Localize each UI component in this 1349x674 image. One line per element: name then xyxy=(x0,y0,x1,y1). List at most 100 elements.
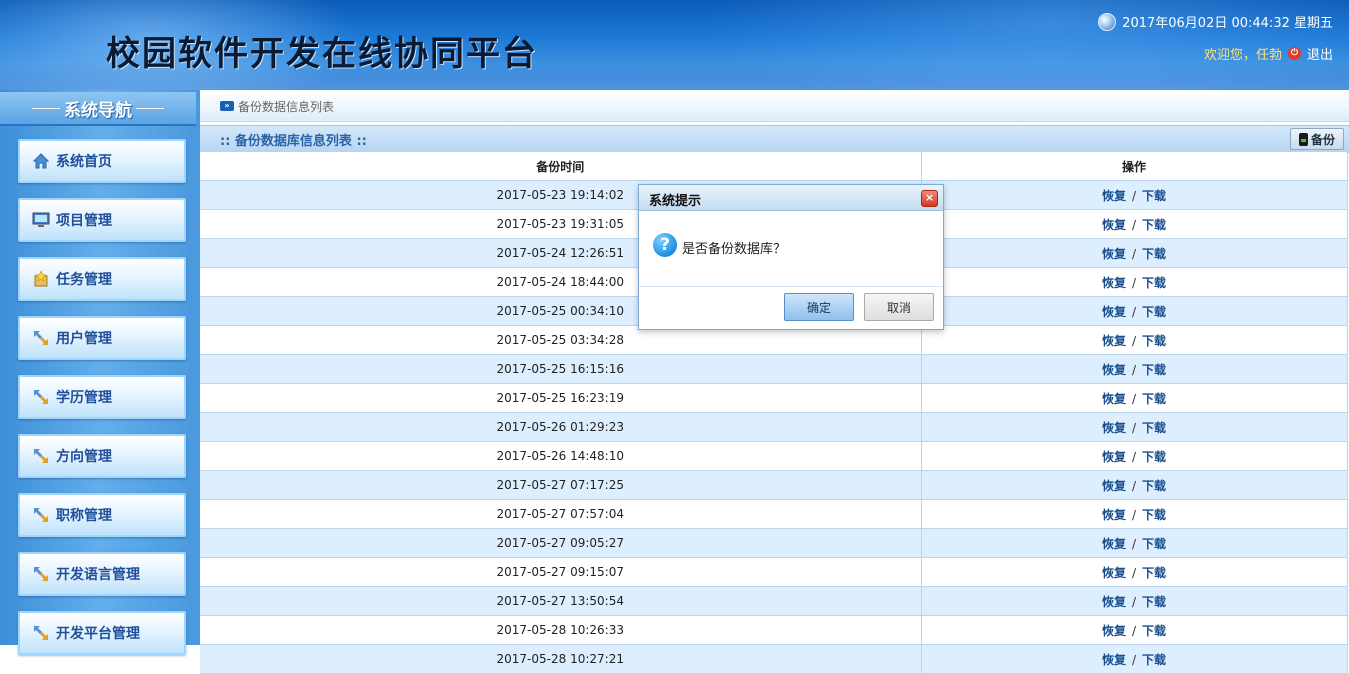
current-datetime: 2017年06月02日 00:44:32 星期五 xyxy=(1122,16,1333,31)
database-icon xyxy=(1298,132,1308,146)
actions-cell: 恢复 / 下载 xyxy=(921,267,1348,297)
restore-link[interactable]: 恢复 xyxy=(1102,247,1126,261)
power-icon[interactable]: ⏻ xyxy=(1287,47,1301,60)
sidebar-item-label: 职称管理 xyxy=(56,508,112,524)
restore-link[interactable]: 恢复 xyxy=(1102,392,1126,406)
actions-cell: 恢复 / 下载 xyxy=(921,557,1348,587)
restore-link[interactable]: 恢复 xyxy=(1102,189,1126,203)
panel-title: :: 备份数据库信息列表 :: xyxy=(220,133,367,149)
sidebar-item-3[interactable]: 任务管理 xyxy=(18,257,186,301)
download-link[interactable]: 下载 xyxy=(1142,450,1166,464)
download-link[interactable]: 下载 xyxy=(1142,276,1166,290)
restore-link[interactable]: 恢复 xyxy=(1102,537,1126,551)
action-separator: / xyxy=(1131,275,1137,290)
close-icon[interactable]: × xyxy=(921,190,938,207)
column-header-backup-time: 备份时间 xyxy=(200,152,922,181)
arrows-icon xyxy=(32,565,50,583)
backup-time-cell: 2017-05-25 16:23:19 xyxy=(200,383,922,413)
action-separator: / xyxy=(1131,362,1137,377)
actions-cell: 恢复 / 下载 xyxy=(921,441,1348,471)
download-link[interactable]: 下载 xyxy=(1142,624,1166,638)
table-row: 2017-05-28 10:27:21 恢复 / 下载 xyxy=(200,644,1348,674)
sidebar-item-5[interactable]: 学历管理 xyxy=(18,375,186,419)
actions-cell: 恢复 / 下载 xyxy=(921,615,1348,645)
restore-link[interactable]: 恢复 xyxy=(1102,624,1126,638)
download-link[interactable]: 下载 xyxy=(1142,363,1166,377)
cancel-button[interactable]: 取消 xyxy=(864,293,934,321)
download-link[interactable]: 下载 xyxy=(1142,566,1166,580)
sidebar-item-2[interactable]: 项目管理 xyxy=(18,198,186,242)
sidebar-item-7[interactable]: 职称管理 xyxy=(18,493,186,537)
download-link[interactable]: 下载 xyxy=(1142,218,1166,232)
app-title: 校园软件开发在线协同平台 xyxy=(106,34,538,74)
table-row: 2017-05-26 14:48:10 恢复 / 下载 xyxy=(200,441,1348,471)
logout-link[interactable]: 退出 xyxy=(1307,44,1333,63)
datetime-area: 2017年06月02日 00:44:32 星期五 xyxy=(1098,12,1333,31)
sidebar-item-6[interactable]: 方向管理 xyxy=(18,434,186,478)
restore-link[interactable]: 恢复 xyxy=(1102,276,1126,290)
ok-button[interactable]: 确定 xyxy=(784,293,854,321)
table-row: 2017-05-26 01:29:23 恢复 / 下载 xyxy=(200,412,1348,442)
table-row: 2017-05-25 16:23:19 恢复 / 下载 xyxy=(200,383,1348,413)
sidebar-item-label: 开发平台管理 xyxy=(56,626,140,642)
dialog-titlebar[interactable]: 系统提示 × xyxy=(639,185,943,211)
arrows-icon xyxy=(32,624,50,642)
backup-time-cell: 2017-05-25 16:15:16 xyxy=(200,354,922,384)
download-link[interactable]: 下载 xyxy=(1142,508,1166,522)
dialog-title: 系统提示 xyxy=(649,194,702,209)
actions-cell: 恢复 / 下载 xyxy=(921,238,1348,268)
sidebar-item-8[interactable]: 开发语言管理 xyxy=(18,552,186,596)
backup-time-cell: 2017-05-27 09:05:27 xyxy=(200,528,922,558)
table-header-row: 备份时间 操作 xyxy=(200,152,1348,181)
actions-cell: 恢复 / 下载 xyxy=(921,499,1348,529)
restore-link[interactable]: 恢复 xyxy=(1102,479,1126,493)
breadcrumb: » 备份数据信息列表 xyxy=(200,91,1349,122)
action-separator: / xyxy=(1131,391,1137,406)
task-icon xyxy=(32,270,50,288)
restore-link[interactable]: 恢复 xyxy=(1102,450,1126,464)
actions-cell: 恢复 / 下载 xyxy=(921,209,1348,239)
arrows-icon xyxy=(32,388,50,406)
restore-link[interactable]: 恢复 xyxy=(1102,421,1126,435)
restore-link[interactable]: 恢复 xyxy=(1102,595,1126,609)
user-area: 欢迎您，任勃 ⏻ 退出 xyxy=(1204,44,1333,63)
restore-link[interactable]: 恢复 xyxy=(1102,363,1126,377)
sidebar-item-4[interactable]: 用户管理 xyxy=(18,316,186,360)
download-link[interactable]: 下载 xyxy=(1142,479,1166,493)
download-link[interactable]: 下载 xyxy=(1142,421,1166,435)
restore-link[interactable]: 恢复 xyxy=(1102,334,1126,348)
sidebar-item-label: 开发语言管理 xyxy=(56,567,140,583)
table-row: 2017-05-27 09:15:07 恢复 / 下载 xyxy=(200,557,1348,587)
restore-link[interactable]: 恢复 xyxy=(1102,566,1126,580)
download-link[interactable]: 下载 xyxy=(1142,247,1166,261)
download-link[interactable]: 下载 xyxy=(1142,595,1166,609)
download-link[interactable]: 下载 xyxy=(1142,334,1166,348)
action-separator: / xyxy=(1131,188,1137,203)
restore-link[interactable]: 恢复 xyxy=(1102,653,1126,667)
sidebar-item-label: 任务管理 xyxy=(56,272,112,288)
backup-time-cell: 2017-05-27 07:57:04 xyxy=(200,499,922,529)
download-link[interactable]: 下载 xyxy=(1142,189,1166,203)
restore-link[interactable]: 恢复 xyxy=(1102,218,1126,232)
restore-link[interactable]: 恢复 xyxy=(1102,508,1126,522)
download-link[interactable]: 下载 xyxy=(1142,305,1166,319)
download-link[interactable]: 下载 xyxy=(1142,537,1166,551)
backup-button[interactable]: 备份 xyxy=(1290,128,1344,150)
action-separator: / xyxy=(1131,565,1137,580)
backup-time-cell: 2017-05-26 14:48:10 xyxy=(200,441,922,471)
sidebar-item-1[interactable]: 系统首页 xyxy=(18,139,186,183)
actions-cell: 恢复 / 下载 xyxy=(921,644,1348,674)
sidebar-item-label: 学历管理 xyxy=(56,390,112,406)
sidebar-item-label: 项目管理 xyxy=(56,213,112,229)
arrows-icon xyxy=(32,329,50,347)
restore-link[interactable]: 恢复 xyxy=(1102,305,1126,319)
arrows-icon xyxy=(32,506,50,524)
sidebar-item-9[interactable]: 开发平台管理 xyxy=(18,611,186,655)
monitor-icon xyxy=(32,211,50,229)
header-banner: 校园软件开发在线协同平台 2017年06月02日 00:44:32 星期五 欢迎… xyxy=(0,0,1349,90)
actions-cell: 恢复 / 下载 xyxy=(921,383,1348,413)
sidebar-title: 系统导航 xyxy=(64,100,132,121)
download-link[interactable]: 下载 xyxy=(1142,392,1166,406)
globe-icon xyxy=(1098,12,1117,31)
download-link[interactable]: 下载 xyxy=(1142,653,1166,667)
